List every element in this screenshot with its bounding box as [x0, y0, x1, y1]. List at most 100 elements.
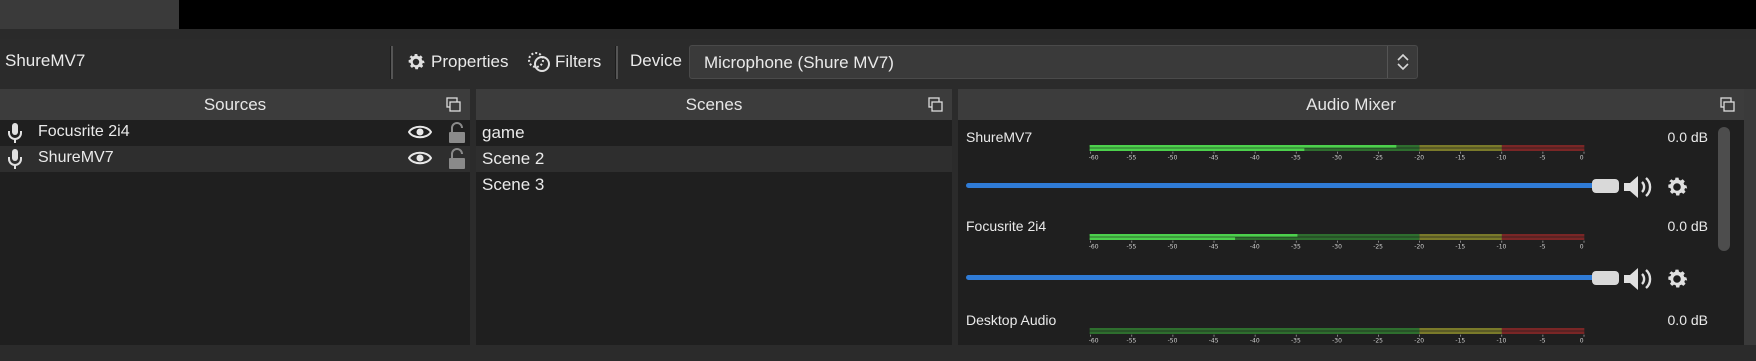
- volume-slider[interactable]: [966, 275, 1606, 280]
- meter-scale-label: -25: [1373, 338, 1383, 344]
- undock-icon[interactable]: [446, 97, 461, 112]
- meter-scale-label: -45: [1209, 338, 1219, 344]
- source-item[interactable]: ShureMV7: [0, 146, 470, 172]
- unlocked-icon[interactable]: [447, 122, 467, 149]
- selected-source-name: ShureMV7: [5, 51, 86, 70]
- volume-slider-handle[interactable]: [1592, 271, 1619, 285]
- meter-scale-label: -15: [1455, 244, 1465, 250]
- properties-button[interactable]: Properties: [405, 45, 508, 79]
- undock-icon[interactable]: [928, 97, 943, 112]
- volume-slider-handle[interactable]: [1592, 179, 1619, 193]
- meter-red-zone: [1501, 148, 1585, 151]
- unlocked-icon[interactable]: [447, 148, 467, 175]
- undock-icon[interactable]: [1720, 97, 1735, 112]
- volume-meter: -60 -55 -50 -45 -40 -35 -30 -25 -20 -15 -10 -5 0: [1089, 234, 1585, 250]
- gear-icon: [405, 51, 427, 73]
- meter-scale-label: -15: [1455, 338, 1465, 344]
- meter-red-zone: [1501, 331, 1585, 334]
- meter-level: [1089, 145, 1397, 148]
- meter-tick: [1460, 334, 1461, 337]
- scenes-dock: Scenes game Scene 2 Scene 3: [476, 89, 952, 345]
- filters-button[interactable]: Filters: [527, 45, 601, 79]
- meter-tick: [1295, 334, 1297, 337]
- meter-tick: [1213, 151, 1215, 154]
- meter-scale-label: -5: [1540, 244, 1546, 250]
- meter-scale-label: -40: [1250, 244, 1260, 250]
- sources-list: Focusrite 2i4 ShureMV7: [0, 120, 470, 345]
- meter-scale-label: -20: [1414, 338, 1424, 344]
- meter-tick: [1090, 151, 1091, 154]
- visibility-eye-icon[interactable]: [407, 124, 433, 145]
- right-dock-edge: [1744, 89, 1756, 345]
- speaker-icon[interactable]: [1622, 174, 1654, 205]
- meter-scale-label: -50: [1168, 244, 1178, 250]
- channel-level: 0.0 dB: [1667, 312, 1708, 328]
- speaker-icon[interactable]: [1622, 266, 1654, 297]
- microphone-icon: [5, 122, 25, 149]
- meter-scale-label: -60: [1089, 338, 1099, 344]
- meter-tick: [1090, 240, 1091, 243]
- volume-meter: -60 -55 -50 -45 -40 -35 -30 -25 -20 -15 -10 -5 0: [1089, 328, 1585, 344]
- meter-tick: [1583, 151, 1585, 154]
- meter-scale-label: -10: [1497, 244, 1507, 250]
- source-context-bar: ShureMV7 Properties Filters Device Micro…: [0, 39, 1756, 85]
- scenes-title: Scenes: [685, 94, 743, 114]
- sources-header: Sources: [0, 89, 470, 120]
- scene-label: Scene 3: [482, 175, 545, 194]
- scene-item[interactable]: game: [476, 120, 952, 146]
- meter-tick: [1213, 334, 1215, 337]
- meter-tick: [1131, 334, 1133, 337]
- audio-mixer-title: Audio Mixer: [1306, 94, 1396, 114]
- meter-tick: [1460, 240, 1461, 243]
- meter-tick: [1254, 334, 1256, 337]
- meter-yellow-zone: [1419, 145, 1502, 148]
- scene-label: game: [482, 123, 525, 142]
- meter-scale-label: -60: [1089, 244, 1099, 250]
- meter-tick: [1337, 240, 1338, 243]
- mixer-scrollbar[interactable]: [1718, 127, 1730, 251]
- meter-scale-label: 0: [1580, 338, 1584, 344]
- sources-title: Sources: [203, 94, 267, 114]
- meter-tick: [1337, 151, 1338, 154]
- meter-tick: [1378, 151, 1379, 154]
- meter-tick: [1254, 151, 1256, 154]
- mixer-channel: Focusrite 2i4 0.0 dB -60 -55 -50 -45 -40 -35-…: [966, 218, 1708, 293]
- preview-tab[interactable]: [0, 0, 179, 29]
- audio-mixer-header: Audio Mixer: [958, 89, 1744, 120]
- meter-scale-label: -35: [1291, 155, 1301, 161]
- source-label: ShureMV7: [38, 149, 114, 166]
- meter-green-zone: [1089, 328, 1420, 331]
- meter-scale-label: -20: [1414, 244, 1424, 250]
- source-item[interactable]: Focusrite 2i4: [0, 120, 470, 146]
- meter-scale-label: -50: [1168, 338, 1178, 344]
- meter-tick: [1501, 151, 1503, 154]
- meter-scale-label: -30: [1332, 155, 1342, 161]
- visibility-eye-icon[interactable]: [407, 150, 433, 171]
- meter-red-zone: [1501, 145, 1585, 148]
- meter-scale-label: 0: [1580, 155, 1584, 161]
- meter-scale-label: -10: [1497, 338, 1507, 344]
- meter-scale-label: -40: [1250, 338, 1260, 344]
- preview-area: [0, 0, 1756, 29]
- meter-scale-label: -35: [1291, 338, 1301, 344]
- meter-level: [1089, 237, 1236, 240]
- gear-icon[interactable]: [1664, 266, 1690, 297]
- meter-tick: [1172, 151, 1174, 154]
- toolbar-separator: [390, 46, 393, 79]
- volume-slider[interactable]: [966, 183, 1606, 188]
- meter-tick: [1501, 240, 1503, 243]
- preview-divider: [0, 29, 1756, 39]
- scene-item[interactable]: Scene 3: [476, 172, 952, 198]
- meter-tick: [1295, 240, 1297, 243]
- meter-tick: [1542, 334, 1544, 337]
- microphone-icon: [5, 148, 25, 175]
- meter-yellow-zone: [1419, 148, 1502, 151]
- device-dropdown[interactable]: Microphone (Shure MV7): [689, 45, 1418, 79]
- gear-icon[interactable]: [1664, 174, 1690, 205]
- meter-tick: [1090, 334, 1091, 337]
- meter-scale-label: -55: [1127, 338, 1137, 344]
- scene-item[interactable]: Scene 2: [476, 146, 952, 172]
- mixer-channel: Desktop Audio 0.0 dB -60 -55 -50 -45 -40 -35-…: [966, 312, 1708, 345]
- meter-tick: [1542, 151, 1544, 154]
- scenes-header: Scenes: [476, 89, 952, 120]
